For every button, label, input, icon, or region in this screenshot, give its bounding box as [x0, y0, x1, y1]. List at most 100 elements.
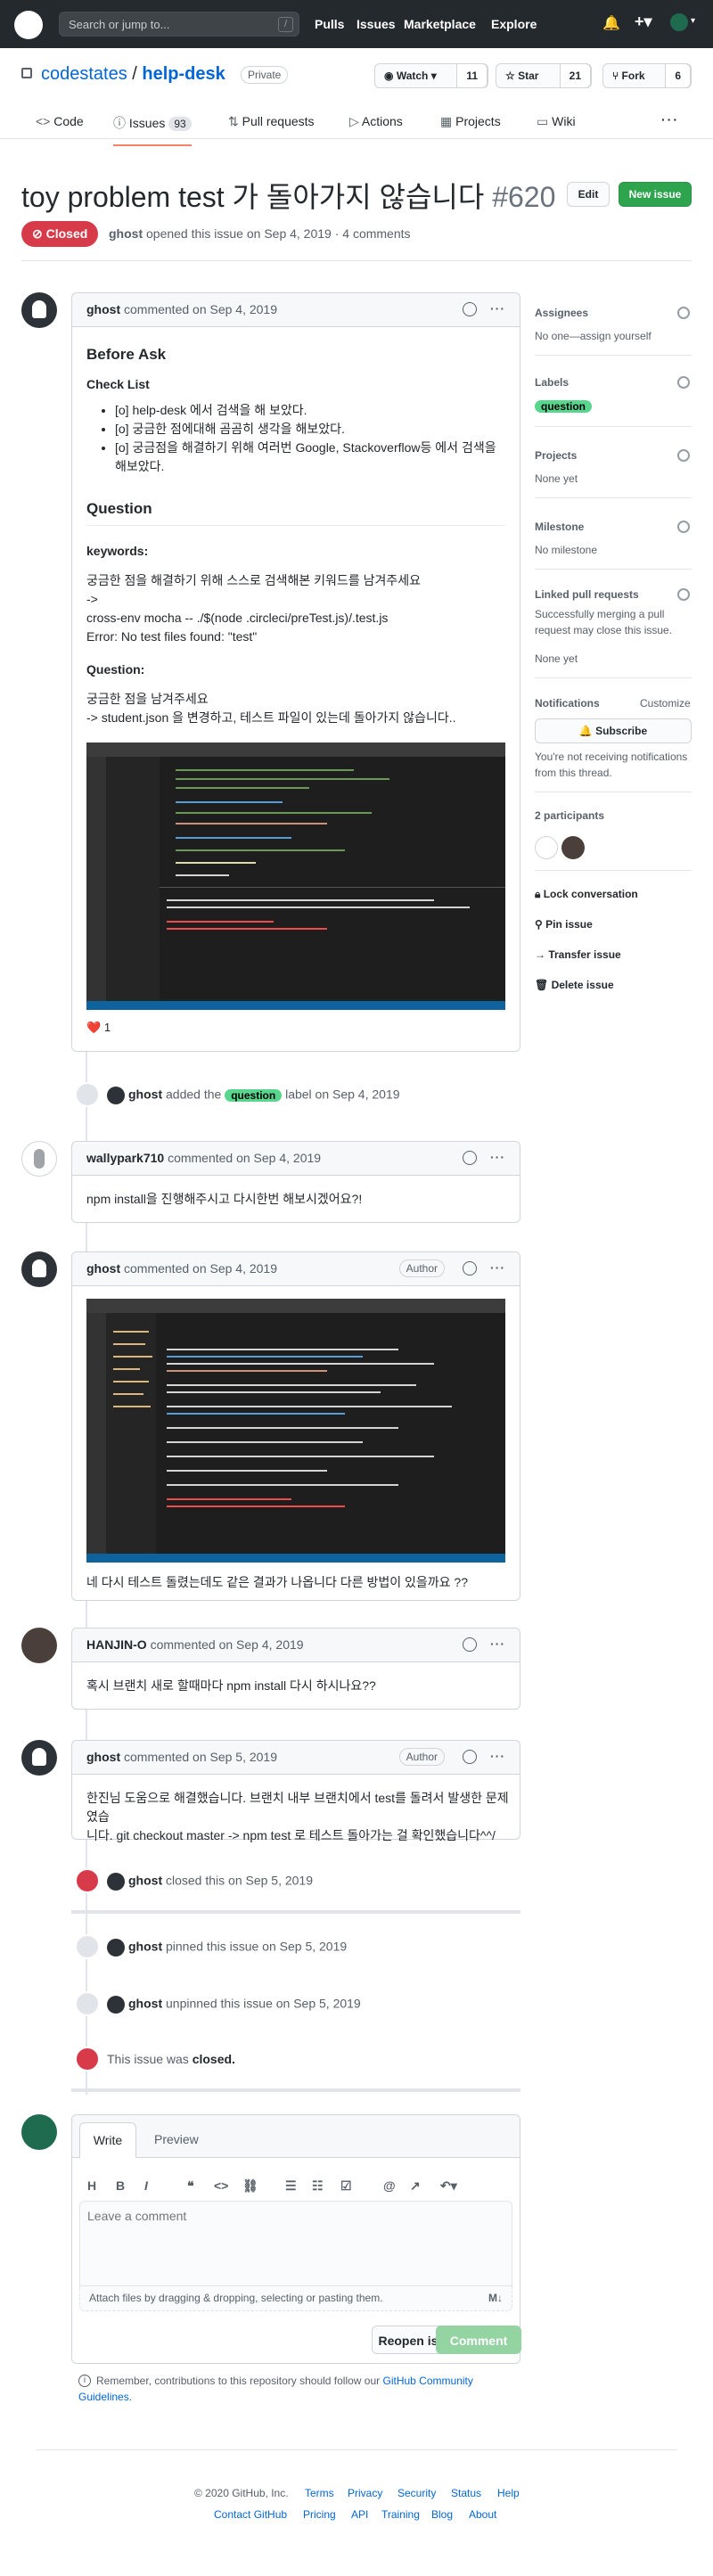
- tab-pull-requests[interactable]: ⇅ Pull requests: [228, 114, 315, 129]
- more-icon[interactable]: ···: [490, 1260, 505, 1275]
- tab-issues[interactable]: ⓘ Issues 93: [113, 114, 192, 146]
- avatar[interactable]: [21, 292, 57, 328]
- footer-link-privacy[interactable]: Privacy: [348, 2487, 382, 2499]
- chevron-down-icon[interactable]: ▾: [691, 16, 695, 26]
- sidebar-milestone-heading[interactable]: Milestone: [535, 521, 584, 533]
- comment-author[interactable]: ghost: [86, 302, 120, 316]
- comment-author[interactable]: ghost: [86, 1750, 120, 1764]
- sidebar-projects-heading[interactable]: Projects: [535, 449, 577, 462]
- repo-name-link[interactable]: help-desk: [142, 64, 225, 84]
- sidebar-assignees-heading[interactable]: Assignees: [535, 307, 588, 319]
- avatar[interactable]: [535, 836, 558, 859]
- smiley-icon[interactable]: [463, 302, 477, 316]
- more-icon[interactable]: ···: [490, 1637, 505, 1651]
- edit-button[interactable]: Edit: [567, 182, 610, 207]
- fork-button[interactable]: ⑂ Fork 6: [602, 63, 692, 88]
- nav-issues[interactable]: Issues: [356, 17, 396, 31]
- gear-icon[interactable]: [677, 307, 690, 319]
- tab-wiki[interactable]: ▭ Wiki: [537, 114, 576, 129]
- heading-icon[interactable]: H: [87, 2178, 96, 2193]
- sidebar-labels-heading[interactable]: Labels: [535, 376, 569, 389]
- footer-link-terms[interactable]: Terms: [305, 2487, 334, 2499]
- repo-owner-link[interactable]: codestates: [41, 64, 127, 84]
- numbered-list-icon[interactable]: ☷: [312, 2178, 324, 2194]
- issue-author[interactable]: ghost: [109, 226, 143, 241]
- more-icon[interactable]: ···: [490, 1150, 505, 1164]
- gear-icon[interactable]: [677, 376, 690, 389]
- footer-link-contact[interactable]: Contact GitHub: [214, 2508, 287, 2521]
- nav-marketplace[interactable]: Marketplace: [404, 17, 476, 31]
- reaction-heart[interactable]: ❤️ 1: [86, 1021, 111, 1035]
- footer-link-api[interactable]: API: [351, 2508, 368, 2521]
- footer-link-help[interactable]: Help: [497, 2487, 520, 2499]
- comment-author[interactable]: ghost: [86, 1261, 120, 1276]
- bold-icon[interactable]: B: [116, 2178, 125, 2193]
- github-logo-icon[interactable]: [14, 11, 43, 39]
- bulleted-list-icon[interactable]: ☰: [285, 2178, 297, 2194]
- markdown-icon[interactable]: M↓: [488, 2292, 503, 2304]
- footer-link-about[interactable]: About: [469, 2508, 496, 2521]
- tab-write[interactable]: Write: [79, 2122, 136, 2158]
- smiley-icon[interactable]: [463, 1637, 477, 1652]
- pin-issue-link[interactable]: ⚲ Pin issue: [535, 918, 593, 931]
- nav-pulls[interactable]: Pulls: [315, 17, 344, 31]
- screenshot-image[interactable]: [86, 742, 505, 1010]
- code-icon[interactable]: <>: [214, 2178, 228, 2193]
- screenshot-image[interactable]: [86, 1299, 505, 1563]
- more-icon[interactable]: ···: [661, 112, 679, 127]
- tab-actions[interactable]: ▷ Actions: [349, 114, 403, 129]
- subscribe-button[interactable]: 🔔 Subscribe: [535, 718, 692, 743]
- avatar[interactable]: [107, 1087, 125, 1104]
- avatar[interactable]: [21, 1628, 57, 1663]
- smiley-icon[interactable]: [463, 1750, 477, 1764]
- tab-preview[interactable]: Preview: [154, 2132, 199, 2146]
- new-issue-button[interactable]: New issue: [619, 182, 692, 207]
- avatar[interactable]: [107, 1939, 125, 1957]
- avatar[interactable]: [670, 13, 688, 31]
- star-count[interactable]: 21: [559, 63, 591, 88]
- task-list-icon[interactable]: ☑: [340, 2178, 352, 2194]
- label-question[interactable]: question: [535, 400, 592, 413]
- comment-textarea[interactable]: [79, 2201, 512, 2286]
- fork-count[interactable]: 6: [665, 63, 691, 88]
- avatar[interactable]: [107, 1996, 125, 2014]
- link-icon[interactable]: ⛓: [242, 2178, 258, 2194]
- avatar[interactable]: [21, 1740, 57, 1776]
- footer-link-status[interactable]: Status: [451, 2487, 481, 2499]
- search-input[interactable]: Search or jump to... /: [59, 12, 299, 37]
- footer-link-pricing[interactable]: Pricing: [303, 2508, 336, 2521]
- footer-link-blog[interactable]: Blog: [431, 2508, 453, 2521]
- comment-button[interactable]: Comment: [436, 2326, 521, 2354]
- smiley-icon[interactable]: [463, 1261, 477, 1276]
- mention-icon[interactable]: @: [383, 2178, 396, 2193]
- community-guidelines-link[interactable]: Guidelines.: [78, 2391, 132, 2403]
- smiley-icon[interactable]: [463, 1151, 477, 1165]
- bell-icon[interactable]: 🔔: [602, 14, 620, 32]
- sidebar-linked-heading[interactable]: Linked pull requests: [535, 588, 639, 601]
- reply-icon[interactable]: ↶▾: [440, 2178, 457, 2194]
- quote-icon[interactable]: ❝: [187, 2178, 194, 2194]
- gear-icon[interactable]: [677, 588, 690, 601]
- watch-count[interactable]: 11: [456, 63, 488, 88]
- avatar[interactable]: [561, 836, 585, 859]
- italic-icon[interactable]: I: [144, 2178, 148, 2193]
- gear-icon[interactable]: [677, 521, 690, 533]
- label-question[interactable]: question: [225, 1088, 283, 1102]
- assignees-value[interactable]: No one—assign yourself: [535, 330, 652, 342]
- transfer-issue-link[interactable]: → Transfer issue: [535, 948, 621, 961]
- plus-icon[interactable]: +▾: [635, 12, 652, 31]
- avatar[interactable]: [21, 1251, 57, 1287]
- more-icon[interactable]: ···: [490, 1749, 505, 1763]
- avatar[interactable]: [21, 2114, 57, 2150]
- tab-projects[interactable]: ▦ Projects: [440, 114, 501, 129]
- delete-issue-link[interactable]: 🗑︎ Delete issue: [535, 979, 614, 991]
- avatar[interactable]: [21, 1141, 57, 1177]
- star-button[interactable]: ☆ Star 21: [496, 63, 592, 88]
- gear-icon[interactable]: [677, 449, 690, 462]
- more-icon[interactable]: ···: [490, 301, 505, 316]
- customize-link[interactable]: Customize: [640, 697, 691, 710]
- footer-link-training[interactable]: Training: [381, 2508, 420, 2521]
- avatar[interactable]: [107, 1873, 125, 1891]
- watch-button[interactable]: ◉ Watch ▾ 11: [374, 63, 488, 88]
- community-guidelines-link[interactable]: GitHub Community: [383, 2375, 473, 2387]
